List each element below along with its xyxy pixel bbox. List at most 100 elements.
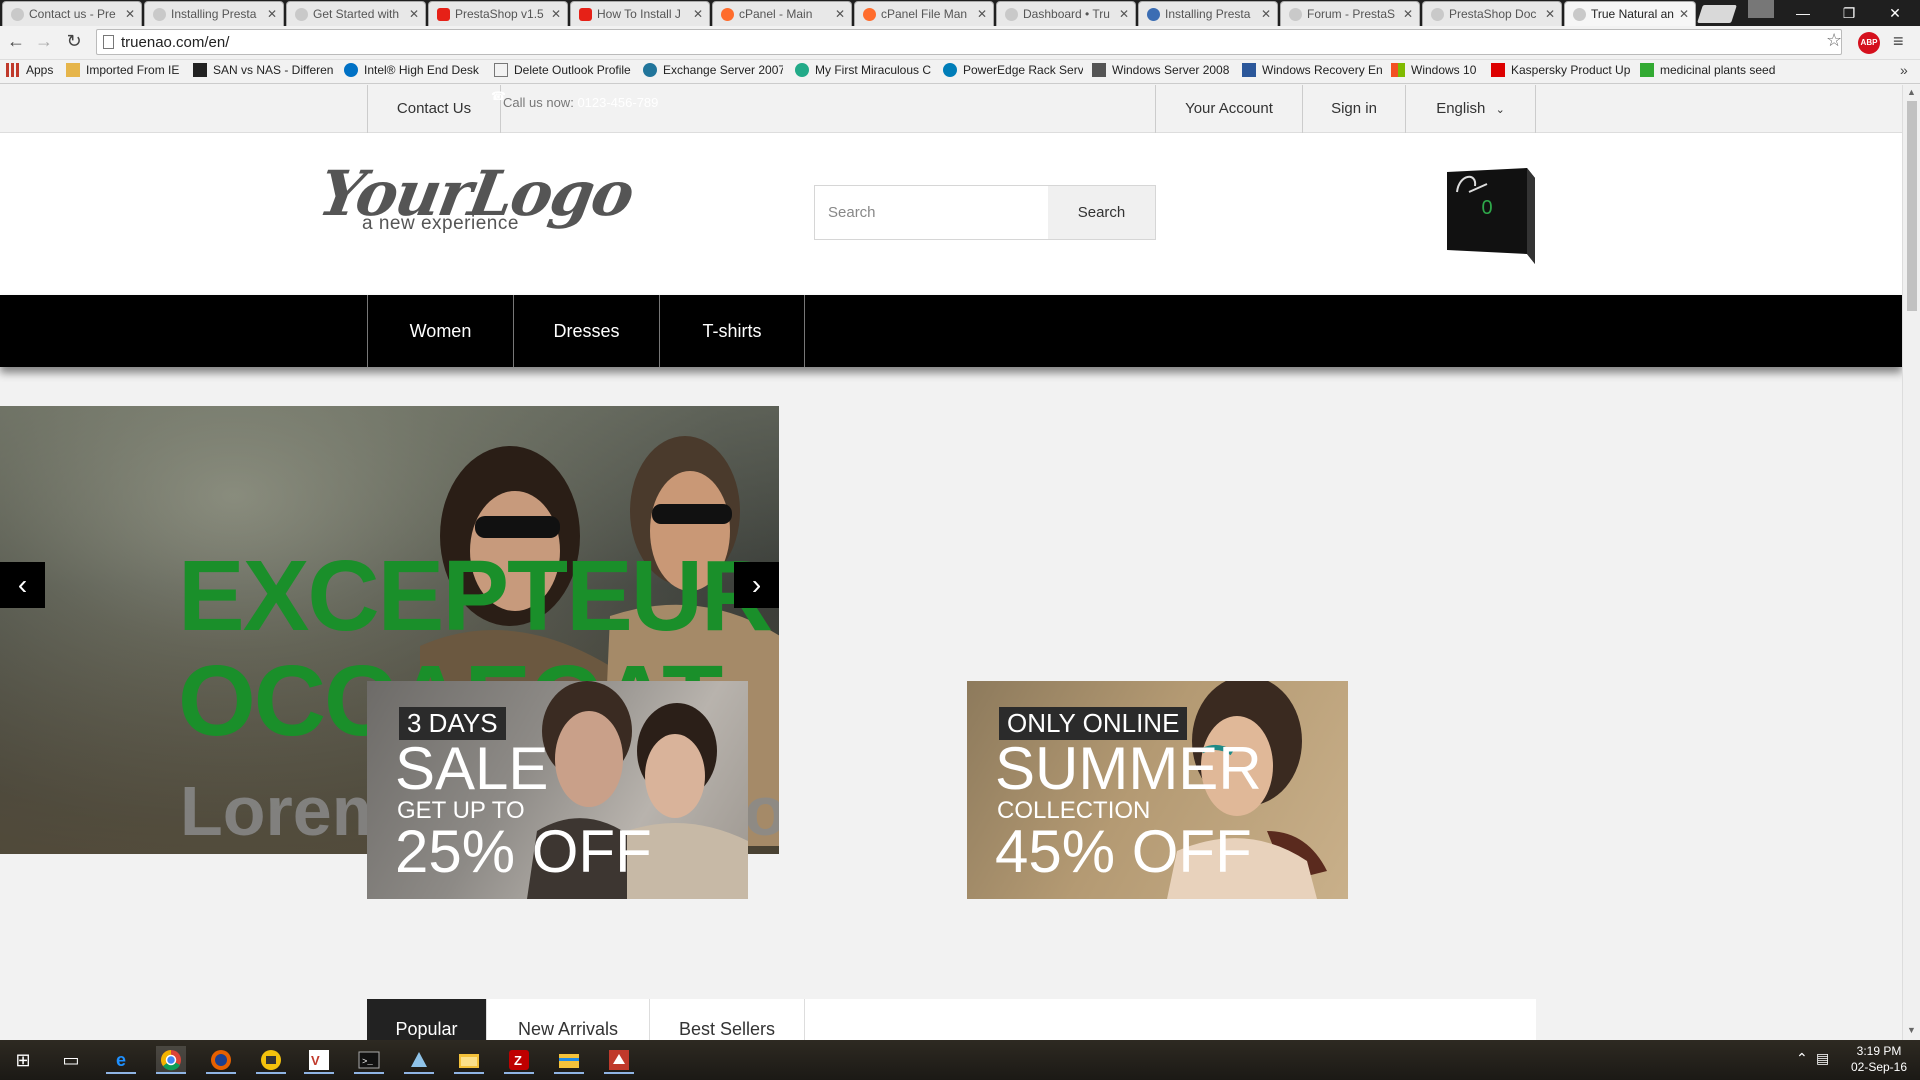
- browser-tab[interactable]: cPanel File Man ✕: [854, 1, 994, 26]
- summer-banner[interactable]: ONLY ONLINE SUMMER COLLECTION 45% OFF: [967, 681, 1348, 899]
- bookmark-item[interactable]: Exchange Server 2007: [643, 63, 783, 77]
- svg-text:Z: Z: [514, 1053, 522, 1068]
- close-tab-icon[interactable]: ✕: [267, 7, 277, 21]
- tray-chevron-up-icon[interactable]: ⌃: [1796, 1050, 1808, 1067]
- banner-discount: 45% OFF: [995, 818, 1252, 885]
- filezilla-icon[interactable]: Z: [504, 1046, 534, 1074]
- bookmarks-bar: Apps Imported From IE SAN vs NAS - Diffe…: [0, 60, 1920, 84]
- prestashop-favicon-icon: [1573, 8, 1586, 21]
- close-tab-icon[interactable]: ✕: [835, 7, 845, 21]
- bookmark-item[interactable]: Windows Server 2008: [1092, 63, 1232, 77]
- search-input[interactable]: [815, 186, 1048, 239]
- scroll-up-icon[interactable]: ▲: [1907, 87, 1916, 97]
- browser-tab[interactable]: cPanel - Main ✕: [712, 1, 852, 26]
- browser-tab[interactable]: Get Started with ✕: [286, 1, 426, 26]
- start-windows-icon[interactable]: ⊞: [8, 1046, 38, 1074]
- close-tab-icon[interactable]: ✕: [551, 7, 561, 21]
- bookmark-apps[interactable]: Apps: [6, 63, 62, 77]
- chrome-menu-icon[interactable]: ≡: [1893, 31, 1904, 52]
- browser-tab[interactable]: Forum - PrestaS ✕: [1280, 1, 1420, 26]
- bookmark-item[interactable]: My First Miraculous C: [795, 63, 935, 77]
- bookmark-folder[interactable]: Imported From IE: [66, 63, 186, 77]
- close-tab-icon[interactable]: ✕: [977, 7, 987, 21]
- action-center-icon[interactable]: ▤: [1816, 1050, 1829, 1067]
- close-tab-icon[interactable]: ✕: [125, 7, 135, 21]
- scroll-down-icon[interactable]: ▼: [1907, 1025, 1916, 1035]
- youtube-favicon-icon: [579, 8, 592, 21]
- task-view-icon[interactable]: ▭: [56, 1046, 86, 1074]
- back-icon[interactable]: ←: [4, 31, 28, 52]
- cart-button[interactable]: 0: [1447, 164, 1535, 264]
- reload-icon[interactable]: ↻: [62, 31, 86, 52]
- profile-icon[interactable]: [1748, 0, 1774, 18]
- firefox-icon[interactable]: [206, 1046, 236, 1074]
- bookmark-item[interactable]: Kaspersky Product Up: [1491, 63, 1631, 77]
- scroll-thumb[interactable]: [1907, 101, 1917, 311]
- bookmark-item[interactable]: Intel® High End Desk: [344, 63, 484, 77]
- tab-new-arrivals[interactable]: New Arrivals: [487, 999, 650, 1040]
- language-selector[interactable]: English ⌄: [1405, 85, 1536, 133]
- bookmark-item[interactable]: Delete Outlook Profile: [494, 63, 634, 77]
- browser-tab-active[interactable]: True Natural an ✕: [1564, 1, 1696, 26]
- browser-tab[interactable]: Contact us - Pre ✕: [2, 1, 142, 26]
- folder-app-icon[interactable]: [454, 1046, 484, 1074]
- bookmark-item[interactable]: PowerEdge Rack Serv: [943, 63, 1083, 77]
- cpanel-favicon-icon: [721, 8, 734, 21]
- tab-best-sellers[interactable]: Best Sellers: [650, 999, 805, 1040]
- terminal-icon[interactable]: >_: [354, 1046, 384, 1074]
- sale-banner[interactable]: 3 DAYS SALE GET UP TO 25% OFF: [367, 681, 748, 899]
- contact-us-link[interactable]: Contact Us: [367, 85, 501, 133]
- more-bookmarks-icon[interactable]: »: [1900, 62, 1908, 78]
- phone-number: 0123-456-789: [577, 95, 659, 110]
- visio-app-icon[interactable]: V: [304, 1046, 334, 1074]
- folder-icon: [66, 63, 80, 77]
- bookmark-item[interactable]: Windows 10: [1391, 63, 1491, 77]
- your-account-link[interactable]: Your Account: [1155, 85, 1303, 133]
- search-button[interactable]: Search: [1048, 186, 1155, 239]
- chrome-icon[interactable]: [156, 1046, 186, 1074]
- close-tab-icon[interactable]: ✕: [1403, 7, 1413, 21]
- browser-tab[interactable]: PrestaShop v1.5 ✕: [428, 1, 568, 26]
- close-tab-icon[interactable]: ✕: [1119, 7, 1129, 21]
- adblock-icon[interactable]: ABP: [1858, 32, 1880, 54]
- taskbar-clock[interactable]: 3:19 PM 02-Sep-16: [1846, 1043, 1912, 1075]
- product-tabs: Popular New Arrivals Best Sellers: [367, 999, 1536, 1040]
- slider-prev-arrow[interactable]: ‹: [0, 562, 45, 608]
- close-tab-icon[interactable]: ✕: [1261, 7, 1271, 21]
- bookmark-item[interactable]: SAN vs NAS - Differen: [193, 63, 333, 77]
- slider-next-arrow[interactable]: ›: [734, 562, 779, 608]
- browser-tab[interactable]: PrestaShop Doc ✕: [1422, 1, 1562, 26]
- minimize-icon[interactable]: —: [1780, 0, 1826, 26]
- sign-in-link[interactable]: Sign in: [1302, 85, 1406, 133]
- app-icon[interactable]: [604, 1046, 634, 1074]
- bookmark-item[interactable]: medicinal plants seed: [1640, 63, 1780, 77]
- close-window-icon[interactable]: ✕: [1872, 0, 1918, 26]
- bookmark-item[interactable]: Windows Recovery En: [1242, 63, 1382, 77]
- menu-item-women[interactable]: Women: [367, 295, 513, 367]
- menu-item-tshirts[interactable]: T-shirts: [659, 295, 805, 367]
- browser-tab[interactable]: Installing Presta ✕: [144, 1, 284, 26]
- browser-tab[interactable]: Dashboard • Tru ✕: [996, 1, 1136, 26]
- file-explorer-icon[interactable]: [554, 1046, 584, 1074]
- store-logo[interactable]: YourLogo a new experience: [314, 157, 638, 247]
- edge-icon[interactable]: e: [106, 1046, 136, 1074]
- app-icon[interactable]: [404, 1046, 434, 1074]
- browser-tab[interactable]: How To Install J ✕: [570, 1, 710, 26]
- page-scrollbar[interactable]: ▲ ▼: [1902, 85, 1920, 1040]
- close-tab-icon[interactable]: ✕: [409, 7, 419, 21]
- new-tab-button[interactable]: [1697, 5, 1737, 23]
- browser-tab[interactable]: Installing Presta ✕: [1138, 1, 1278, 26]
- app-icon[interactable]: [256, 1046, 286, 1074]
- close-tab-icon[interactable]: ✕: [693, 7, 703, 21]
- forward-icon[interactable]: →: [32, 31, 56, 52]
- prestashop-favicon-icon: [1005, 8, 1018, 21]
- address-bar[interactable]: truenao.com/en/: [96, 29, 1842, 55]
- close-tab-icon[interactable]: ✕: [1545, 7, 1555, 21]
- menu-item-dresses[interactable]: Dresses: [513, 295, 659, 367]
- close-tab-icon[interactable]: ✕: [1679, 7, 1689, 21]
- browser-toolbar: ← → ↻ truenao.com/en/ ☆ ABP ≡: [0, 26, 1920, 60]
- restore-icon[interactable]: ❐: [1826, 0, 1872, 26]
- tab-popular[interactable]: Popular: [367, 999, 487, 1040]
- bookmark-star-icon[interactable]: ☆: [1826, 30, 1842, 51]
- wordpress-icon: [643, 63, 657, 77]
